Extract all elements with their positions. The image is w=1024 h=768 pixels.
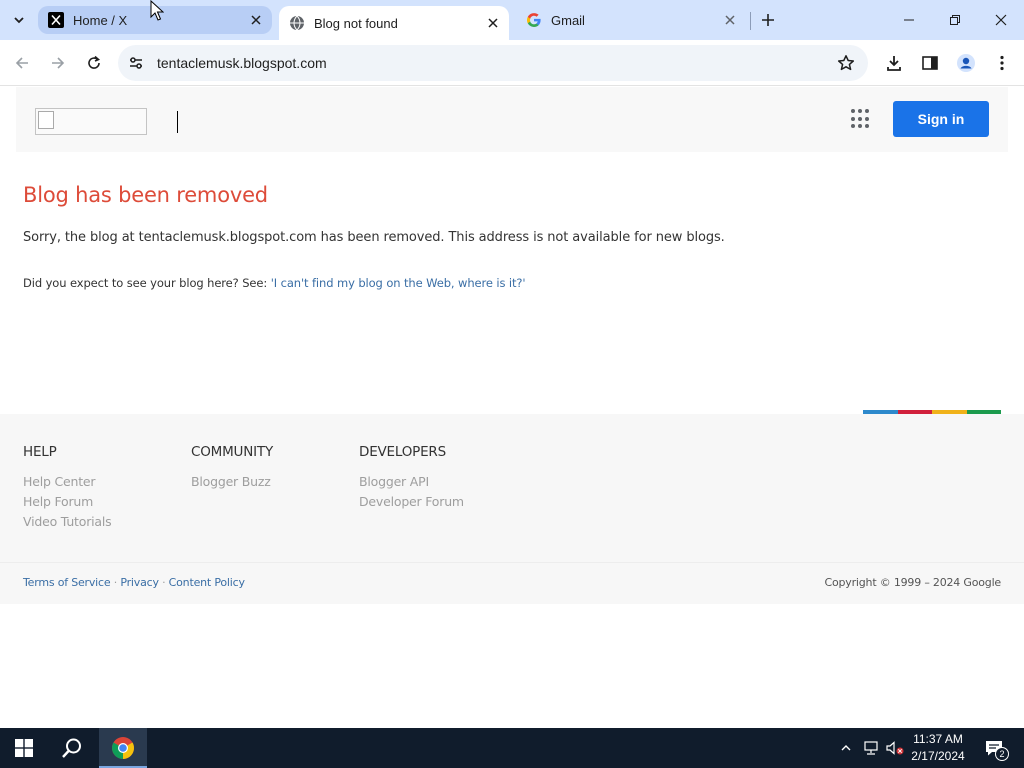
tab-gmail[interactable]: Gmail [516, 6, 746, 34]
footer-heading: DEVELOPERS [359, 444, 446, 460]
site-info-icon[interactable] [126, 53, 146, 73]
taskbar-search-button[interactable] [48, 728, 96, 768]
taskbar-clock[interactable]: 11:37 AM 2/17/2024 [905, 731, 971, 765]
back-button[interactable] [8, 49, 36, 77]
clock-date: 2/17/2024 [911, 749, 965, 763]
restore-button[interactable] [932, 0, 978, 40]
volume-muted-icon [886, 741, 904, 755]
arrow-right-icon [52, 57, 65, 69]
footer-link-blogger-api[interactable]: Blogger API [359, 474, 464, 489]
page-content: Sign in Blog has been removed Sorry, the… [0, 87, 1024, 728]
footer-divider [0, 562, 1024, 563]
tab-title: Blog not found [314, 15, 398, 31]
error-help: Did you expect to see your blog here? Se… [23, 276, 526, 290]
forward-button[interactable] [44, 49, 72, 77]
close-tab-icon[interactable] [246, 10, 266, 30]
side-panel-icon [922, 56, 938, 70]
reload-icon [88, 55, 100, 69]
address-bar[interactable]: tentaclemusk.blogspot.com [118, 45, 868, 81]
windows-taskbar: 11:37 AM 2/17/2024 2 [0, 728, 1024, 768]
footer-link-help-center[interactable]: Help Center [23, 474, 111, 489]
footer-heading: COMMUNITY [191, 444, 274, 460]
footer-column-community: COMMUNITY Blogger Buzz [191, 444, 273, 494]
profile-button[interactable] [954, 51, 978, 75]
help-prefix: Did you expect to see your blog here? Se… [23, 276, 271, 290]
taskbar-chrome-button[interactable] [99, 728, 147, 768]
mouse-cursor-icon [150, 0, 164, 21]
volume-button[interactable] [884, 728, 906, 768]
tab-blog-not-found[interactable]: Blog not found [279, 6, 509, 40]
x-logo-icon [48, 12, 64, 28]
text-caret [177, 111, 178, 133]
cant-find-blog-link[interactable]: 'I can't find my blog on the Web, where … [271, 276, 526, 290]
blogger-logo-broken-image[interactable] [35, 108, 147, 135]
downloads-button[interactable] [882, 51, 906, 75]
tab-title: Gmail [551, 12, 585, 28]
chevron-down-icon [14, 17, 24, 24]
bookmark-star-icon[interactable] [836, 53, 856, 73]
arrow-left-icon [15, 57, 28, 69]
chevron-up-icon [841, 745, 851, 751]
privacy-link[interactable]: Privacy [120, 576, 159, 589]
close-tab-icon[interactable] [483, 13, 503, 33]
footer-heading: HELP [23, 444, 57, 460]
footer-column-developers: DEVELOPERS Blogger API Developer Forum [359, 444, 464, 514]
sign-in-button[interactable]: Sign in [893, 101, 989, 137]
globe-icon [289, 15, 305, 31]
browser-menu-button[interactable] [990, 51, 1014, 75]
tab-separator [750, 12, 751, 30]
new-tab-button[interactable] [756, 8, 780, 32]
close-tab-icon[interactable] [720, 10, 740, 30]
clock-time: 11:37 AM [913, 732, 963, 746]
separator-dot: · [113, 576, 118, 589]
close-window-button[interactable] [978, 0, 1024, 40]
restore-icon [950, 15, 960, 25]
download-icon [887, 56, 901, 71]
minimize-button[interactable] [886, 0, 932, 40]
close-icon [995, 14, 1007, 26]
footer-link-blogger-buzz[interactable]: Blogger Buzz [191, 474, 273, 489]
footer-link-developer-forum[interactable]: Developer Forum [359, 494, 464, 509]
windows-logo-icon [15, 739, 33, 757]
footer-legal-links: Terms of Service · Privacy · Content Pol… [23, 576, 245, 589]
content-policy-link[interactable]: Content Policy [169, 576, 245, 589]
tab-search-button[interactable] [7, 8, 31, 32]
copyright: Copyright © 1999 – 2024 Google [824, 576, 1001, 589]
google-g-icon [526, 12, 542, 28]
network-icon [864, 741, 878, 755]
side-panel-button[interactable] [918, 51, 942, 75]
footer-column-help: HELP Help Center Help Forum Video Tutori… [23, 444, 112, 534]
reload-button[interactable] [80, 49, 108, 77]
notifications-button[interactable]: 2 [980, 728, 1009, 768]
start-button[interactable] [0, 728, 48, 768]
chrome-icon [112, 737, 134, 759]
error-message: Sorry, the blog at tentaclemusk.blogspot… [23, 230, 725, 245]
footer-link-video-tutorials[interactable]: Video Tutorials [23, 514, 112, 529]
more-vertical-icon [1000, 55, 1004, 71]
network-status-button[interactable] [860, 728, 882, 768]
blogger-header: Sign in [16, 87, 1008, 152]
terms-of-service-link[interactable]: Terms of Service [23, 576, 111, 589]
browser-toolbar: tentaclemusk.blogspot.com [0, 40, 1024, 86]
error-title: Blog has been removed [23, 183, 268, 207]
minimize-icon [904, 19, 914, 21]
show-hidden-icons-button[interactable] [836, 728, 856, 768]
footer: HELP Help Center Help Forum Video Tutori… [0, 414, 1024, 604]
google-apps-icon[interactable] [851, 109, 871, 129]
search-icon [62, 738, 81, 758]
footer-link-help-forum[interactable]: Help Forum [23, 494, 111, 509]
separator-dot: · [162, 576, 166, 589]
notification-count: 2 [995, 747, 1009, 761]
address-url[interactable]: tentaclemusk.blogspot.com [157, 55, 327, 71]
plus-icon [762, 14, 774, 26]
profile-avatar-icon [957, 54, 975, 72]
